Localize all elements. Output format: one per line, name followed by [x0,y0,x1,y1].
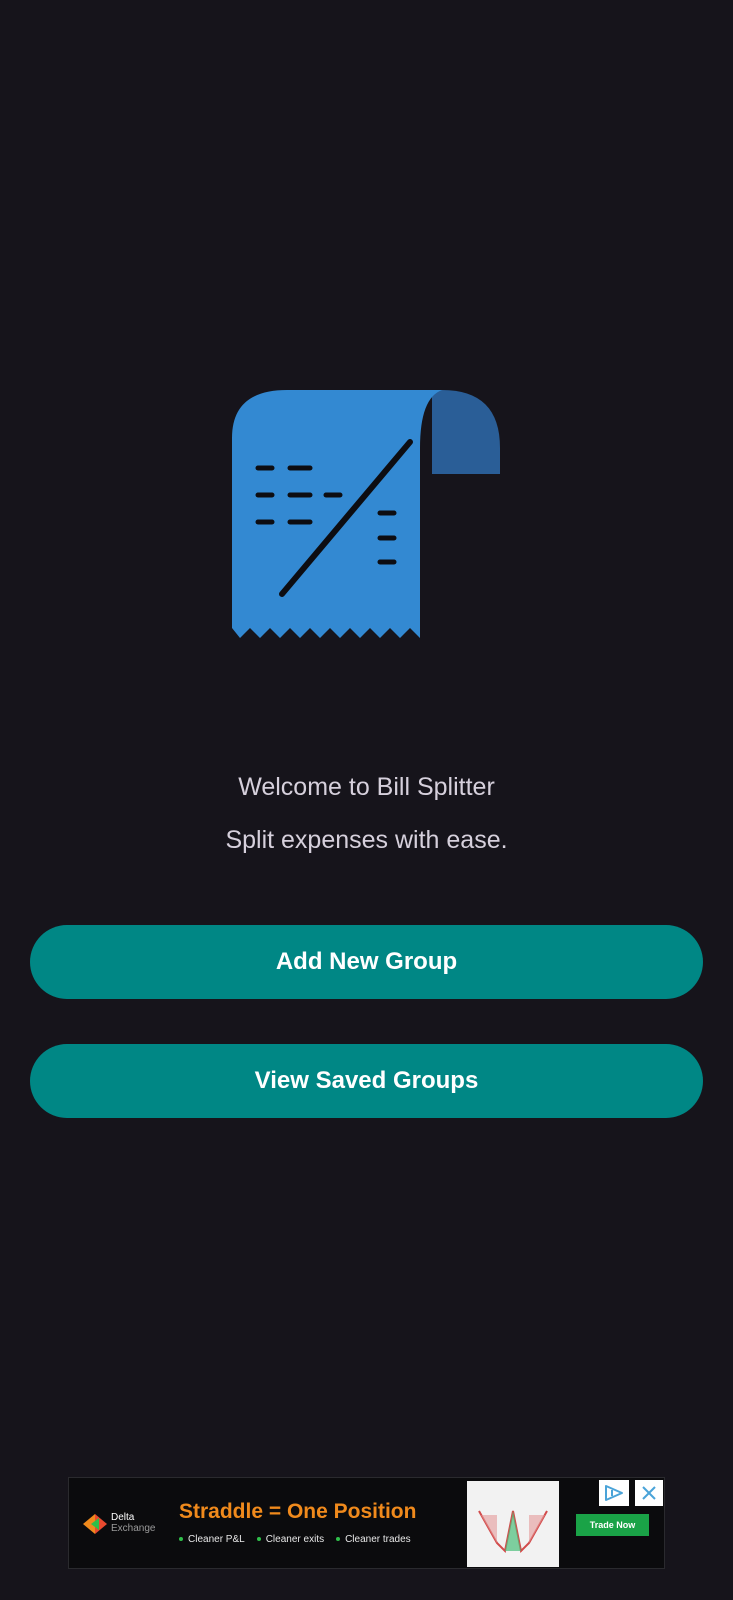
receipt-split-icon [232,390,500,638]
ad-banner[interactable]: Delta Exchange Straddle = One Position C… [68,1477,665,1569]
welcome-title: Welcome to Bill Splitter [238,773,495,801]
ad-choices-icon[interactable] [599,1480,629,1506]
ad-bullet: Cleaner P&L [179,1534,245,1545]
ad-brand-name: Delta [111,1512,135,1523]
home-screen: Welcome to Bill Splitter Split expenses … [0,0,733,1600]
welcome-subtitle: Split expenses with ease. [225,826,508,854]
ad-cta-button[interactable]: Trade Now [576,1514,649,1536]
close-icon[interactable] [635,1480,663,1506]
ad-brand-sub: Exchange [111,1523,156,1534]
view-saved-groups-button[interactable]: View Saved Groups [30,1044,703,1118]
ad-chart-image [467,1481,559,1567]
add-new-group-button[interactable]: Add New Group [30,925,703,999]
ad-bullet: Cleaner exits [257,1534,324,1545]
ad-bullet: Cleaner trades [336,1534,411,1545]
ad-headline: Straddle = One Position [179,1500,417,1523]
ad-bullets: Cleaner P&L Cleaner exits Cleaner trades [179,1534,411,1545]
